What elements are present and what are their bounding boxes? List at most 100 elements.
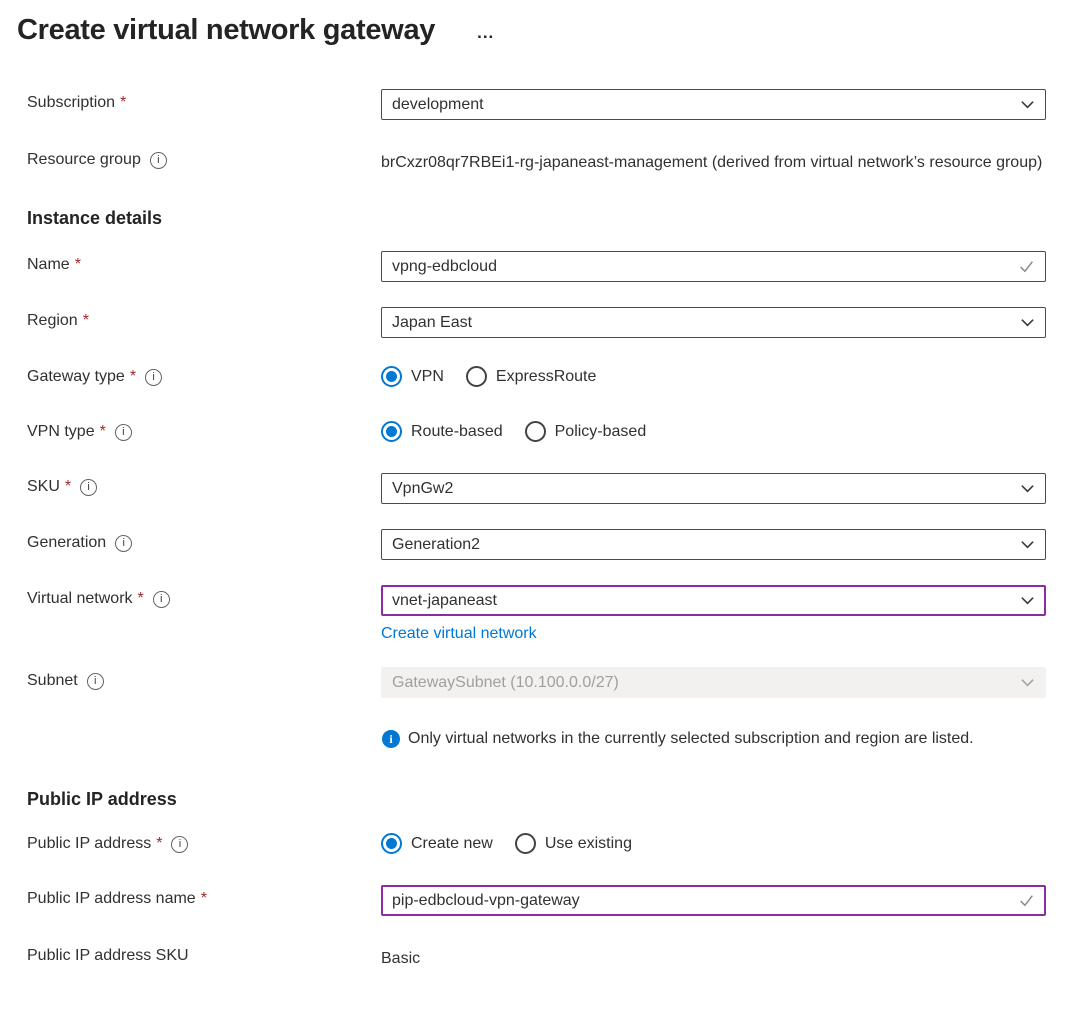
radio-label: ExpressRoute xyxy=(496,368,597,386)
radio-selected-icon xyxy=(381,833,402,854)
info-note-text: Only virtual networks in the currently s… xyxy=(408,727,974,750)
radio-label: VPN xyxy=(411,368,444,386)
subnet-row: Subnet i GatewaySubnet (10.100.0.0/27) xyxy=(27,667,1046,698)
public-ip-name-value: pip-edbcloud-vpn-gateway xyxy=(392,892,580,910)
required-marker: * xyxy=(138,590,144,608)
page-title: Create virtual network gateway xyxy=(15,14,435,47)
generation-dropdown[interactable]: Generation2 xyxy=(381,529,1046,560)
info-icon[interactable]: i xyxy=(171,836,188,853)
info-icon[interactable]: i xyxy=(150,152,167,169)
subscription-label: Subscription* xyxy=(27,89,381,112)
more-options-icon[interactable]: ... xyxy=(477,24,494,41)
virtual-network-label: Virtual network* i xyxy=(27,585,381,608)
subscription-dropdown[interactable]: development xyxy=(381,89,1046,120)
public-ip-name-input[interactable]: pip-edbcloud-vpn-gateway xyxy=(381,885,1046,916)
required-marker: * xyxy=(201,890,207,908)
public-ip-sku-row: Public IP address SKU Basic xyxy=(27,942,1046,970)
public-ip-sku-label: Public IP address SKU xyxy=(27,942,381,965)
radio-unselected-icon xyxy=(525,421,546,442)
chevron-down-icon xyxy=(1020,315,1035,330)
sku-dropdown[interactable]: VpnGw2 xyxy=(381,473,1046,504)
resource-group-row: Resource group i brCxzr08qr7RBEi1-rg-jap… xyxy=(27,146,1046,174)
required-marker: * xyxy=(83,312,89,330)
subnet-label: Subnet i xyxy=(27,667,381,690)
radio-option-expressroute[interactable]: ExpressRoute xyxy=(466,366,597,387)
radio-selected-icon xyxy=(381,421,402,442)
radio-label: Policy-based xyxy=(555,423,647,441)
radio-option-create-new[interactable]: Create new xyxy=(381,833,493,854)
vpn-type-radio-group: Route-based Policy-based xyxy=(381,418,1046,442)
radio-unselected-icon xyxy=(466,366,487,387)
virtual-network-dropdown[interactable]: vnet-japaneast xyxy=(381,585,1046,616)
virtual-network-row: Virtual network* i vnet-japaneast Create… xyxy=(27,585,1046,643)
chevron-down-icon xyxy=(1020,537,1035,552)
radio-selected-icon xyxy=(381,366,402,387)
valid-check-icon xyxy=(1018,892,1035,909)
required-marker: * xyxy=(130,368,136,386)
info-icon[interactable]: i xyxy=(87,673,104,690)
region-row: Region* Japan East xyxy=(27,307,1046,338)
info-icon[interactable]: i xyxy=(115,424,132,441)
name-input[interactable]: vpng-edbcloud xyxy=(381,251,1046,282)
region-label: Region* xyxy=(27,307,381,330)
valid-check-icon xyxy=(1018,258,1035,275)
info-icon[interactable]: i xyxy=(115,535,132,552)
subnet-dropdown-disabled: GatewaySubnet (10.100.0.0/27) xyxy=(381,667,1046,698)
chevron-down-icon xyxy=(1020,481,1035,496)
radio-option-route-based[interactable]: Route-based xyxy=(381,421,503,442)
gateway-type-radio-group: VPN ExpressRoute xyxy=(381,363,1046,387)
public-ip-label: Public IP address* i xyxy=(27,830,381,853)
required-marker: * xyxy=(120,94,126,112)
virtual-network-value: vnet-japaneast xyxy=(392,592,497,610)
radio-option-policy-based[interactable]: Policy-based xyxy=(525,421,647,442)
sku-label: SKU* i xyxy=(27,473,381,496)
info-icon[interactable]: i xyxy=(80,479,97,496)
radio-option-use-existing[interactable]: Use existing xyxy=(515,833,632,854)
gateway-type-row: Gateway type* i VPN ExpressRoute xyxy=(27,363,1046,387)
gateway-type-label: Gateway type* i xyxy=(27,363,381,386)
sku-row: SKU* i VpnGw2 xyxy=(27,473,1046,504)
info-icon[interactable]: i xyxy=(153,591,170,608)
public-ip-name-label: Public IP address name* xyxy=(27,885,381,908)
subnet-value: GatewaySubnet (10.100.0.0/27) xyxy=(392,674,619,692)
radio-label: Create new xyxy=(411,835,493,853)
vpn-type-row: VPN type* i Route-based Policy-based xyxy=(27,418,1046,442)
name-row: Name* vpng-edbcloud xyxy=(27,251,1046,282)
region-dropdown[interactable]: Japan East xyxy=(381,307,1046,338)
info-note-row: i Only virtual networks in the currently… xyxy=(27,727,1046,789)
public-ip-radio-group: Create new Use existing xyxy=(381,830,1046,854)
chevron-down-icon xyxy=(1020,593,1035,608)
name-value: vpng-edbcloud xyxy=(392,258,497,276)
resource-group-value: brCxzr08qr7RBEi1-rg-japaneast-management… xyxy=(381,146,1046,174)
radio-label: Use existing xyxy=(545,835,632,853)
required-marker: * xyxy=(100,423,106,441)
generation-label: Generation i xyxy=(27,529,381,552)
radio-label: Route-based xyxy=(411,423,503,441)
chevron-down-icon xyxy=(1020,97,1035,112)
required-marker: * xyxy=(65,478,71,496)
chevron-down-icon xyxy=(1020,675,1035,690)
subscription-row: Subscription* development xyxy=(27,89,1046,120)
name-label: Name* xyxy=(27,251,381,274)
public-ip-sku-value: Basic xyxy=(381,942,1046,970)
region-value: Japan East xyxy=(392,314,472,332)
required-marker: * xyxy=(75,256,81,274)
radio-option-vpn[interactable]: VPN xyxy=(381,366,444,387)
info-filled-icon: i xyxy=(382,730,400,748)
info-icon[interactable]: i xyxy=(145,369,162,386)
public-ip-heading: Public IP address xyxy=(27,789,1046,810)
generation-row: Generation i Generation2 xyxy=(27,529,1046,560)
radio-unselected-icon xyxy=(515,833,536,854)
instance-details-heading: Instance details xyxy=(27,208,1046,229)
sku-value: VpnGw2 xyxy=(392,480,453,498)
info-note: i Only virtual networks in the currently… xyxy=(381,727,1046,750)
page-header: Create virtual network gateway ... xyxy=(15,14,1046,47)
required-marker: * xyxy=(156,835,162,853)
public-ip-row: Public IP address* i Create new Use exis… xyxy=(27,830,1046,854)
subscription-value: development xyxy=(392,96,484,114)
resource-group-label: Resource group i xyxy=(27,146,381,169)
public-ip-name-row: Public IP address name* pip-edbcloud-vpn… xyxy=(27,885,1046,916)
create-virtual-network-link[interactable]: Create virtual network xyxy=(381,625,537,643)
vpn-type-label: VPN type* i xyxy=(27,418,381,441)
generation-value: Generation2 xyxy=(392,536,480,554)
